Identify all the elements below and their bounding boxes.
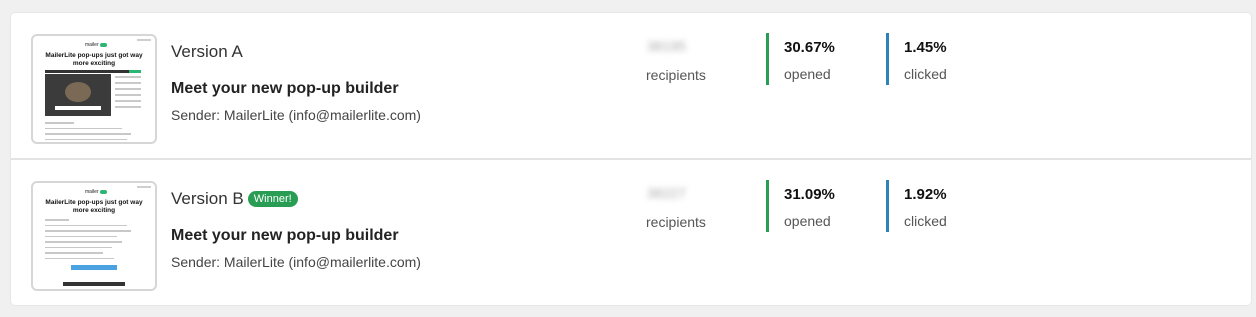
thumbnail-sidebar: [115, 76, 141, 112]
recipients-count-blurred: 38227: [647, 185, 686, 201]
winner-badge: Winner!: [247, 191, 298, 207]
recipients-label: recipients: [646, 214, 706, 230]
thumbnail-body-text: [45, 219, 141, 263]
clicked-label: clicked: [904, 213, 947, 229]
opened-rate: 31.09%: [784, 186, 835, 203]
thumbnail-cta-button: [71, 265, 117, 270]
opened-stat: 31.09% opened: [766, 180, 835, 232]
email-sender: Sender: MailerLite (info@mailerlite.com): [171, 107, 421, 123]
version-row-a[interactable]: mailer MailerLite pop-ups just got way m…: [11, 13, 1251, 159]
version-row-b[interactable]: mailer MailerLite pop-ups just got way m…: [11, 160, 1251, 306]
thumbnail-logo: mailer: [85, 189, 107, 195]
thumbnail-weblink: [137, 186, 151, 188]
clicked-stat: 1.92% clicked: [886, 180, 947, 232]
clicked-rate: 1.92%: [904, 186, 947, 203]
version-label: Version B Winner!: [171, 189, 298, 209]
thumbnail-weblink: [137, 39, 151, 41]
thumbnail-logo: mailer: [85, 42, 107, 48]
version-label: Version A: [171, 42, 243, 61]
clicked-label: clicked: [904, 66, 947, 82]
email-subject: Meet your new pop-up builder: [171, 227, 399, 244]
opened-label: opened: [784, 66, 831, 82]
opened-label: opened: [784, 213, 831, 229]
recipients-count-blurred: 38195: [647, 38, 686, 54]
thumbnail-headline: MailerLite pop-ups just got way more exc…: [45, 52, 143, 67]
opened-stat: 30.67% opened: [766, 33, 835, 85]
email-thumbnail-b[interactable]: mailer MailerLite pop-ups just got way m…: [31, 181, 157, 291]
clicked-stat: 1.45% clicked: [886, 33, 947, 85]
clicked-rate: 1.45%: [904, 39, 947, 56]
recipients-label: recipients: [646, 67, 706, 83]
opened-rate: 30.67%: [784, 39, 835, 56]
thumbnail-nav-accent: [129, 70, 141, 73]
thumbnail-headline: MailerLite pop-ups just got way more exc…: [45, 199, 143, 214]
thumbnail-hero-image: [45, 74, 111, 116]
email-thumbnail-a[interactable]: mailer MailerLite pop-ups just got way m…: [31, 34, 157, 144]
email-subject: Meet your new pop-up builder: [171, 80, 399, 97]
thumbnail-subheading: [63, 282, 125, 286]
thumbnail-body-text: [45, 122, 141, 142]
ab-test-results-card: mailer MailerLite pop-ups just got way m…: [11, 13, 1251, 305]
email-sender: Sender: MailerLite (info@mailerlite.com): [171, 254, 421, 270]
thumbnail-navbar: [45, 70, 141, 73]
